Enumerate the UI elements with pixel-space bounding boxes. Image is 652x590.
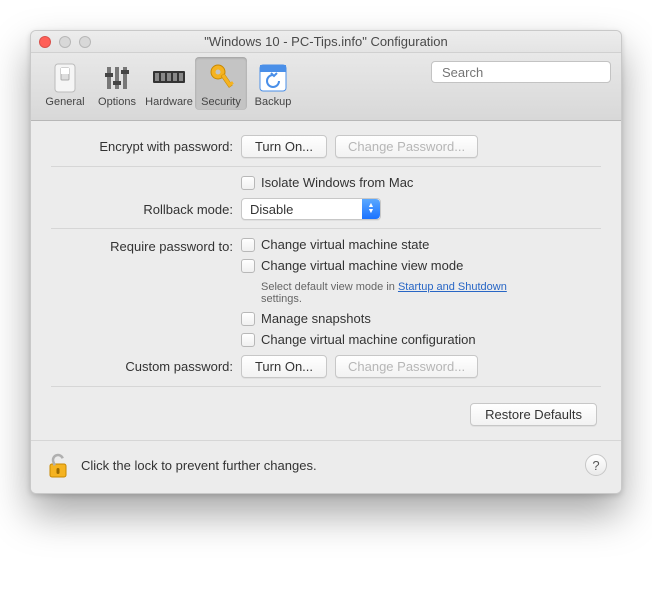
minimize-icon [59,36,71,48]
divider [51,386,601,387]
custom-change-password-button: Change Password... [335,355,478,378]
key-icon [206,62,236,94]
zoom-icon [79,36,91,48]
toolbar-item-hardware[interactable]: Hardware [143,57,195,110]
custom-password-label: Custom password: [51,359,241,374]
toolbar-label: Backup [255,96,292,108]
encrypt-turn-on-button[interactable]: Turn On... [241,135,327,158]
window-title: "Windows 10 - PC-Tips.info" Configuratio… [31,34,621,49]
backup-icon [258,63,288,93]
encrypt-change-password-button: Change Password... [335,135,478,158]
viewmode-help: Select default view mode in Startup and … [241,281,521,305]
toolbar-item-general[interactable]: General [39,57,91,110]
titlebar: "Windows 10 - PC-Tips.info" Configuratio… [31,31,621,53]
close-icon[interactable] [39,36,51,48]
toolbar-label: Security [201,96,241,108]
startup-shutdown-link[interactable]: Startup and Shutdown [398,281,507,293]
require-viewmode-label: Change virtual machine view mode [261,258,463,273]
toolbar-item-backup[interactable]: Backup [247,57,299,110]
lock-open-icon[interactable] [45,451,71,479]
require-snapshots-label: Manage snapshots [261,311,371,326]
require-state-label: Change virtual machine state [261,237,429,252]
chevrons-icon: ▲▼ [362,199,380,219]
require-snapshots-checkbox[interactable]: Manage snapshots [241,311,371,326]
search-field[interactable] [431,61,611,83]
checkbox-icon [241,259,255,273]
configuration-window: "Windows 10 - PC-Tips.info" Configuratio… [30,30,622,494]
require-config-label: Change virtual machine configuration [261,332,476,347]
toolbar-label: Options [98,96,136,108]
toolbar-item-options[interactable]: Options [91,57,143,110]
divider [51,228,601,229]
checkbox-icon [241,333,255,347]
footer-text: Click the lock to prevent further change… [81,458,317,473]
isolate-label: Isolate Windows from Mac [261,175,413,190]
toolbar-item-security[interactable]: Security [195,57,247,110]
toolbar-label: Hardware [145,96,193,108]
require-label: Require password to: [51,237,241,254]
checkbox-icon [241,312,255,326]
isolate-checkbox[interactable]: Isolate Windows from Mac [241,175,413,190]
traffic-lights [39,36,91,48]
divider [51,166,601,167]
require-state-checkbox[interactable]: Change virtual machine state [241,237,429,252]
encrypt-label: Encrypt with password: [51,139,241,154]
ram-icon [152,68,186,88]
checkbox-icon [241,238,255,252]
sliders-icon [102,63,132,93]
rollback-select[interactable]: Disable ▲▼ [241,198,381,220]
toolbar-label: General [45,96,84,108]
custom-turn-on-button[interactable]: Turn On... [241,355,327,378]
content-pane: Encrypt with password: Turn On... Change… [31,121,621,440]
search-input[interactable] [442,65,618,80]
restore-defaults-button[interactable]: Restore Defaults [470,403,597,426]
footer: Click the lock to prevent further change… [31,440,621,493]
checkbox-icon [241,176,255,190]
require-viewmode-checkbox[interactable]: Change virtual machine view mode [241,258,463,273]
require-config-checkbox[interactable]: Change virtual machine configuration [241,332,476,347]
switch-icon [51,62,79,94]
rollback-label: Rollback mode: [51,202,241,217]
help-button[interactable]: ? [585,454,607,476]
rollback-value: Disable [250,202,293,217]
toolbar: General Options Hardware Security Backup [31,53,621,121]
